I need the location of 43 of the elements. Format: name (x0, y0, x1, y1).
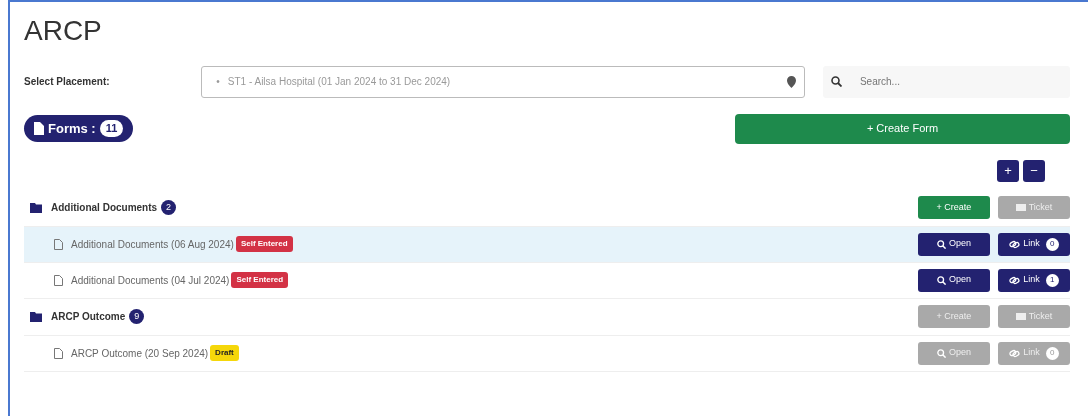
open-button[interactable]: Open (918, 232, 990, 256)
status-badge: Self Entered (231, 272, 289, 289)
map-pin-icon (786, 75, 796, 88)
form-row[interactable]: Additional Documents (06 Aug 2024) Self Entered Open Link 0 (24, 226, 1070, 263)
status-badge: Self Entered (235, 236, 293, 253)
document-icon (54, 347, 63, 359)
group-title[interactable]: ARCP Outcome (51, 309, 126, 325)
ticket-icon (1015, 204, 1026, 212)
open-button[interactable]: Open (918, 268, 990, 292)
search-icon (937, 348, 946, 358)
form-title: Additional Documents (04 Jul 2024) (71, 273, 230, 288)
link-icon (1009, 239, 1021, 249)
page-title: ARCP (24, 14, 103, 48)
count-badge: 9 (129, 309, 145, 325)
search-icon (937, 275, 946, 285)
link-button[interactable]: Link 0 (998, 232, 1070, 256)
folder-icon (30, 202, 43, 213)
document-icon (34, 122, 44, 136)
ticket-icon (1015, 313, 1026, 321)
forms-count-pill: Forms : 11 (24, 114, 134, 143)
link-icon (1009, 275, 1021, 285)
form-title: ARCP Outcome (20 Sep 2024) (71, 346, 209, 361)
form-row[interactable]: Additional Documents (04 Jul 2024) Self Entered Open Link 1 (24, 262, 1070, 299)
document-icon (54, 238, 63, 250)
collapse-all-button[interactable]: − (1023, 159, 1045, 182)
search-icon (937, 239, 946, 249)
search-field[interactable]: Search... (857, 73, 1048, 91)
bullet-icon: • (216, 74, 220, 90)
field-label: Select Placement: (24, 75, 111, 90)
expand-all-button[interactable]: + (997, 159, 1019, 182)
count-badge: 2 (161, 200, 177, 216)
search-icon (830, 76, 842, 88)
document-icon (54, 274, 63, 286)
search-box[interactable]: Search... (822, 65, 1070, 98)
link-button[interactable]: Link 1 (998, 268, 1070, 292)
placement-value: ST1 - Ailsa Hospital (01 Jan 2024 to 31 Dec 2024) (227, 75, 452, 90)
form-title: Additional Documents (06 Aug 2024) (71, 237, 234, 252)
folder-icon (30, 311, 43, 322)
create-form-button[interactable]: + Create Form (735, 113, 1070, 144)
link-icon (1009, 348, 1021, 358)
group-title[interactable]: Additional Documents (51, 200, 158, 216)
status-badge: Draft (210, 345, 239, 362)
create-button[interactable]: + Create (918, 196, 990, 220)
